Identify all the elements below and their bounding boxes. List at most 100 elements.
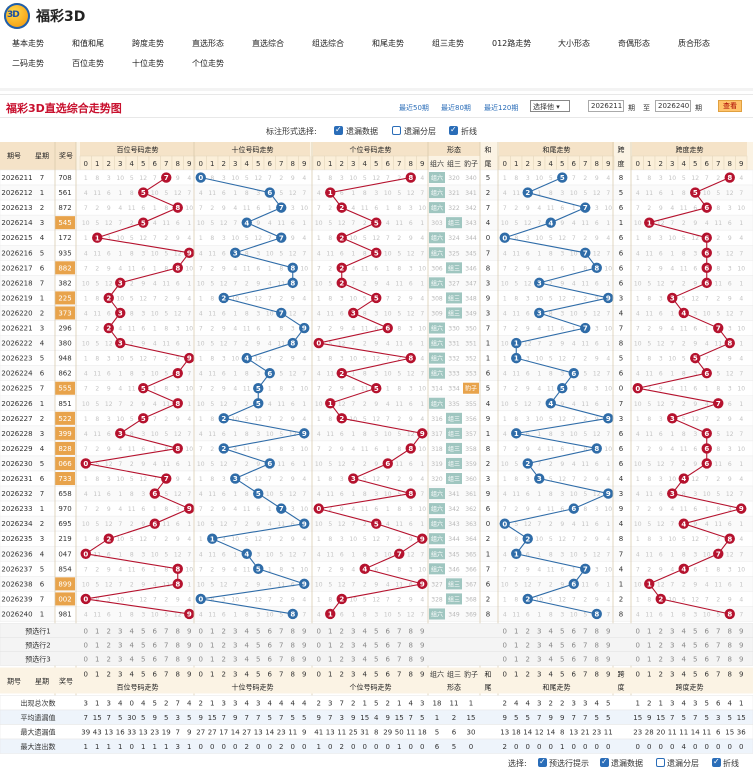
miss-value: 11	[93, 250, 101, 257]
predict-digit: 6	[705, 656, 710, 664]
ball-digit: 7	[279, 310, 284, 318]
stat-value: 39	[81, 729, 90, 737]
footer-missing-checkbox[interactable]	[600, 757, 609, 767]
miss-value: 4	[606, 596, 610, 603]
footer-header-issue: 期号	[7, 678, 21, 686]
miss-value: 7	[503, 506, 507, 513]
stat-value: 15	[360, 714, 369, 722]
predict-digit: 4	[130, 642, 135, 650]
miss-value: 7	[317, 446, 321, 453]
tail-value: 8	[486, 264, 490, 272]
miss-value: 2	[363, 461, 367, 468]
draw-number: 555	[58, 385, 71, 393]
predict-digit: 0	[199, 628, 203, 636]
miss-value: 7	[233, 401, 237, 408]
draw-week: 6	[40, 264, 45, 272]
miss-value: 9	[526, 326, 530, 333]
digit-head: 1	[210, 160, 214, 168]
miss-value: 4	[187, 476, 191, 483]
miss-value: 10	[570, 491, 578, 498]
draw-week: 7	[40, 174, 44, 182]
draw-number: 872	[58, 204, 71, 212]
stat-value: 1	[363, 700, 367, 708]
footer-digit-head: 2	[107, 671, 111, 679]
miss-value: 6	[222, 551, 226, 558]
miss-value: 7	[503, 566, 507, 573]
ball-digit: 0	[198, 174, 203, 182]
predict-digit: 6	[572, 628, 577, 636]
miss-value: 3	[659, 536, 663, 543]
stat-label: 平均遗漏值	[21, 713, 56, 722]
miss-value: 12	[691, 175, 699, 182]
miss-value: 6	[595, 341, 599, 348]
miss-value: 6	[409, 220, 413, 227]
draw-issue: 2026231	[1, 475, 32, 483]
miss-value: 3	[728, 265, 732, 272]
predict-hint-checkbox[interactable]	[538, 757, 547, 767]
stat-value: 1	[141, 743, 145, 751]
footer-digit-head: 8	[409, 671, 413, 679]
miss-value: 5	[716, 190, 720, 197]
miss-value: 3	[409, 326, 413, 333]
miss-value: 1	[670, 250, 674, 257]
miss-value: 9	[693, 220, 697, 227]
tail-value: 5	[486, 385, 490, 393]
miss-value: 12	[524, 220, 532, 227]
miss-value: 10	[570, 190, 578, 197]
miss-value: 6	[107, 310, 111, 317]
miss-value: 10	[151, 551, 159, 558]
miss-value: 3	[693, 371, 697, 378]
miss-value: 4	[386, 581, 390, 588]
stat-value: 3	[572, 700, 576, 708]
miss-value: 6	[222, 250, 226, 257]
stat-form-value: 6	[435, 743, 440, 751]
miss-value: 4	[199, 310, 203, 317]
stat-value: 3	[716, 714, 720, 722]
miss-value: 6	[141, 326, 145, 333]
miss-value: 10	[634, 401, 642, 408]
draw-issue: 2026211	[1, 174, 32, 182]
miss-value: 11	[395, 401, 403, 408]
form-mark: 组六	[431, 249, 443, 257]
miss-value: 4	[268, 280, 272, 287]
miss-value: 1	[572, 566, 576, 573]
miss-value: 9	[693, 341, 697, 348]
miss-value: 7	[572, 295, 576, 302]
miss-value: 8	[328, 476, 332, 483]
miss-value: 5	[716, 371, 720, 378]
stat-value: 9	[233, 714, 237, 722]
tail-value: 2	[486, 535, 490, 543]
miss-value: 12	[593, 431, 601, 438]
miss-value: 1	[739, 461, 743, 468]
miss-value: 8	[328, 235, 332, 242]
footer-polyline-checkbox[interactable]	[712, 757, 721, 767]
miss-value: 3	[659, 476, 663, 483]
miss-value: 8	[682, 551, 686, 558]
miss-value: 8	[279, 386, 283, 393]
predict-digit: 6	[268, 656, 273, 664]
miss-value: 9	[595, 536, 599, 543]
predict-label: 预选行1	[25, 627, 50, 636]
tail-value: 2	[486, 595, 490, 603]
ball-digit: 9	[187, 505, 192, 513]
digit-head: 4	[682, 160, 687, 168]
draw-week: 7	[40, 595, 44, 603]
miss-value: 3	[659, 416, 663, 423]
form-miss: 341	[465, 190, 477, 197]
tail-value: 7	[486, 565, 490, 573]
stat-value: 5	[420, 714, 424, 722]
miss-value: 3	[291, 205, 295, 212]
form-miss: 344	[448, 536, 460, 543]
predict-digit: 5	[141, 642, 145, 650]
digit-head: 0	[84, 160, 88, 168]
miss-value: 4	[268, 220, 272, 227]
ball-digit: 6	[152, 490, 157, 498]
miss-value: 8	[716, 265, 720, 272]
digit-head: 4	[130, 160, 135, 168]
miss-value: 4	[84, 190, 88, 197]
form-mark: 组六	[431, 189, 443, 197]
miss-value: 4	[420, 416, 424, 423]
footer-layer-checkbox[interactable]	[656, 758, 665, 767]
miss-value: 4	[302, 356, 306, 363]
miss-value: 7	[268, 416, 272, 423]
